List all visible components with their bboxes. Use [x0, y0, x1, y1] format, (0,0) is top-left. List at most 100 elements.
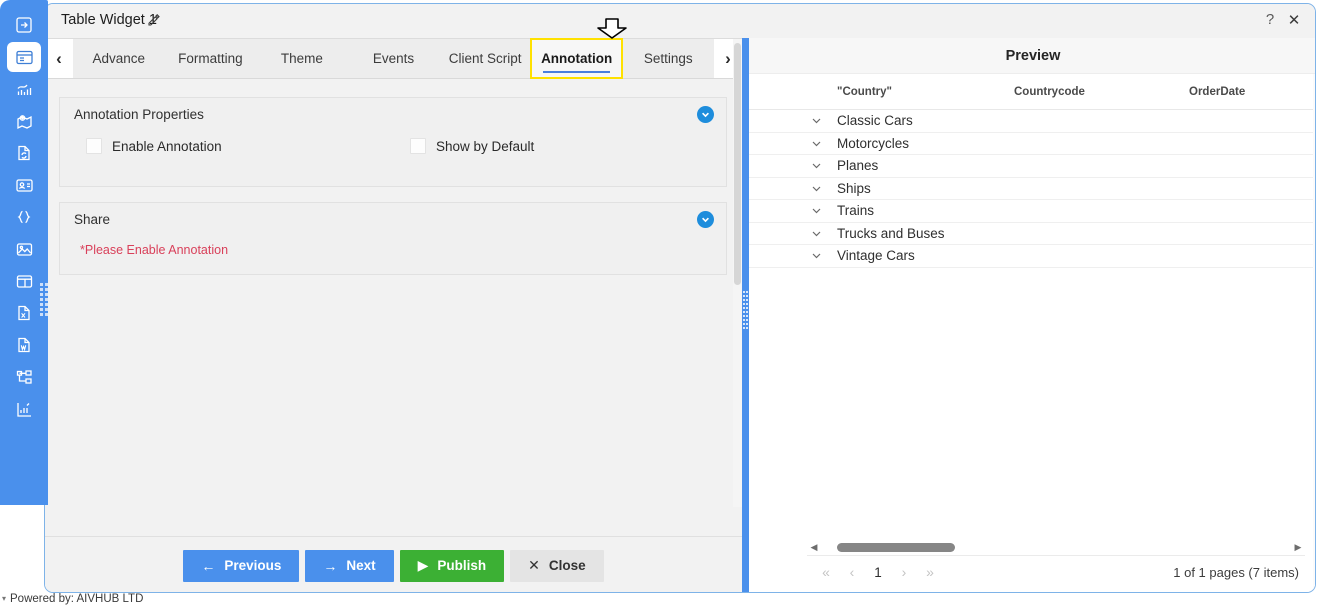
- config-pane-scroll-thumb[interactable]: [734, 43, 741, 285]
- pager-last-button[interactable]: »: [917, 564, 943, 580]
- share-title: Share: [74, 212, 111, 227]
- column-header-orderdate[interactable]: OrderDate: [1189, 86, 1245, 98]
- table-row[interactable]: Classic Cars: [749, 110, 1315, 133]
- layout-panel-icon[interactable]: [7, 266, 41, 296]
- table-row[interactable]: Ships: [749, 178, 1315, 200]
- chevron-down-icon[interactable]: [811, 183, 822, 194]
- tab-theme[interactable]: Theme: [256, 39, 348, 78]
- chevron-down-icon[interactable]: [811, 250, 822, 261]
- hscroll-thumb[interactable]: [837, 542, 955, 552]
- document-sync-icon[interactable]: [7, 138, 41, 168]
- table-row[interactable]: Vintage Cars: [749, 245, 1315, 268]
- show-by-default-checkbox[interactable]: [410, 138, 426, 154]
- chevron-down-icon[interactable]: [811, 115, 822, 126]
- enable-annotation-row: Enable Annotation: [86, 138, 222, 154]
- left-icon-rail: [0, 0, 48, 505]
- app-root: Table Widget 1 ? ✕ ‹ Advance Formatting …: [0, 0, 1322, 607]
- show-by-default-label: Show by Default: [436, 138, 535, 154]
- previous-button-label: Previous: [224, 558, 282, 573]
- tab-events[interactable]: Events: [348, 39, 440, 78]
- row-label: Classic Cars: [837, 113, 913, 129]
- column-header-country[interactable]: "Country": [837, 86, 892, 98]
- table-row[interactable]: Trucks and Buses: [749, 223, 1315, 245]
- row-label: Ships: [837, 180, 871, 196]
- export-icon[interactable]: [7, 10, 41, 40]
- tab-strip: ‹ Advance Formatting Theme Events Client…: [45, 38, 742, 79]
- help-icon[interactable]: ?: [1261, 11, 1279, 28]
- splitter-grip[interactable]: [743, 291, 748, 333]
- map-icon[interactable]: [7, 106, 41, 136]
- powered-by-label: Powered by: AIVHUB LTD: [10, 593, 144, 605]
- scroll-left-arrow-icon[interactable]: ◀: [807, 542, 821, 553]
- close-button[interactable]: ✕ Close: [510, 549, 604, 582]
- tab-annotation[interactable]: Annotation: [529, 38, 624, 79]
- annotation-properties-panel: Annotation Properties Enable Annotation …: [59, 97, 727, 187]
- share-warning-message: *Please Enable Annotation: [80, 243, 229, 257]
- pencil-edit-icon[interactable]: [147, 13, 161, 32]
- excel-file-icon[interactable]: [7, 298, 41, 328]
- previous-button[interactable]: ← Previous: [183, 549, 300, 582]
- tab-settings[interactable]: Settings: [622, 39, 714, 78]
- chevron-down-icon[interactable]: [811, 205, 822, 216]
- contact-card-icon[interactable]: [7, 170, 41, 200]
- hscroll-track[interactable]: [821, 540, 1291, 556]
- pager-page-1[interactable]: 1: [865, 565, 891, 580]
- hierarchy-icon[interactable]: [7, 362, 41, 392]
- enable-annotation-checkbox[interactable]: [86, 138, 102, 154]
- pager-prev-button[interactable]: ‹: [839, 564, 865, 580]
- tab-scroll-left-button[interactable]: ‹: [45, 39, 73, 78]
- pane-splitter[interactable]: [742, 38, 749, 592]
- report-icon[interactable]: [7, 394, 41, 424]
- close-icon[interactable]: ✕: [1285, 11, 1303, 29]
- scroll-right-arrow-icon[interactable]: ▶: [1291, 542, 1305, 553]
- code-braces-icon[interactable]: [7, 202, 41, 232]
- table-row[interactable]: Motorcycles: [749, 133, 1315, 155]
- rail-resize-grip[interactable]: [40, 283, 48, 321]
- annotation-properties-title: Annotation Properties: [74, 107, 204, 122]
- image-icon[interactable]: [7, 234, 41, 264]
- close-button-label: Close: [548, 558, 586, 573]
- preview-vertical-scrollbar[interactable]: [1313, 74, 1315, 592]
- publish-button[interactable]: ▶ Publish: [399, 549, 505, 582]
- publish-button-label: Publish: [437, 558, 487, 573]
- wizard-footer: ← Previous → Next ▶ Publish ✕ Close: [45, 536, 742, 592]
- word-file-icon[interactable]: [7, 330, 41, 360]
- preview-title: Preview: [749, 38, 1315, 74]
- column-header-countrycode[interactable]: Countrycode: [1014, 86, 1085, 98]
- table-widget-icon[interactable]: [7, 42, 41, 72]
- config-pane: ‹ Advance Formatting Theme Events Client…: [45, 38, 742, 592]
- preview-pane: Preview "Country" Countrycode OrderDate …: [749, 38, 1315, 592]
- row-label: Trains: [837, 203, 875, 219]
- chevron-down-icon[interactable]: [697, 211, 714, 228]
- page-title: Table Widget 1: [61, 12, 157, 28]
- row-label: Trucks and Buses: [837, 225, 945, 241]
- row-label: Motorcycles: [837, 135, 910, 151]
- pager-first-button[interactable]: «: [813, 564, 839, 580]
- chevron-down-icon[interactable]: [697, 106, 714, 123]
- share-panel: Share *Please Enable Annotation: [59, 202, 727, 275]
- next-button-label: Next: [346, 558, 376, 573]
- window-titlebar: Table Widget 1 ? ✕: [45, 4, 1315, 38]
- tab-advance[interactable]: Advance: [73, 39, 165, 78]
- enable-annotation-label: Enable Annotation: [112, 138, 222, 154]
- tab-formatting[interactable]: Formatting: [165, 39, 257, 78]
- next-button[interactable]: → Next: [305, 549, 394, 582]
- table-row[interactable]: Planes: [749, 155, 1315, 178]
- chart-icon[interactable]: [7, 74, 41, 104]
- status-caret-icon: ▾: [2, 594, 7, 603]
- preview-data-grid: "Country" Countrycode OrderDate Classic …: [749, 74, 1315, 592]
- chevron-down-icon[interactable]: [811, 160, 822, 171]
- play-icon: ▶: [417, 557, 429, 573]
- tab-list: Advance Formatting Theme Events Client S…: [73, 38, 714, 79]
- table-row[interactable]: Trains: [749, 200, 1315, 223]
- show-by-default-row: Show by Default: [410, 138, 534, 154]
- grid-pager: « ‹ 1 › » 1 of 1 pages (7 items): [749, 558, 1315, 586]
- grid-header-row: "Country" Countrycode OrderDate: [749, 74, 1315, 110]
- grid-horizontal-scrollbar[interactable]: ◀ ▶: [807, 540, 1305, 556]
- chevron-down-icon[interactable]: [811, 228, 822, 239]
- widget-config-window: Table Widget 1 ? ✕ ‹ Advance Formatting …: [44, 3, 1316, 593]
- tab-client-script[interactable]: Client Script: [439, 39, 531, 78]
- pager-next-button[interactable]: ›: [891, 564, 917, 580]
- config-pane-scrollbar[interactable]: [733, 39, 742, 507]
- chevron-down-icon[interactable]: [811, 138, 822, 149]
